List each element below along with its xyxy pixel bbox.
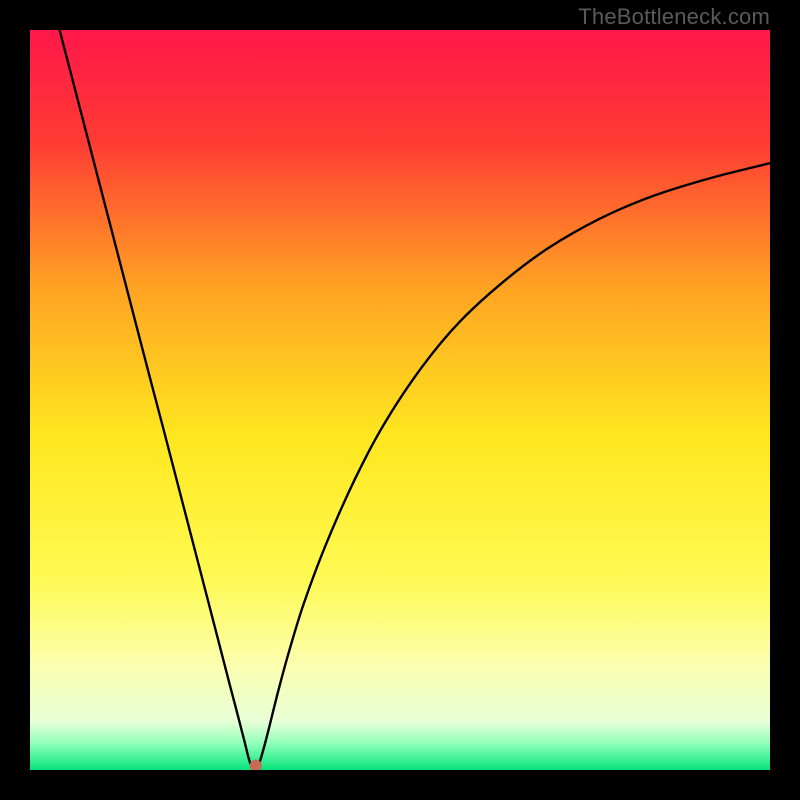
chart-frame [30,30,770,770]
watermark-text: TheBottleneck.com [578,4,770,30]
bottleneck-chart [30,30,770,770]
